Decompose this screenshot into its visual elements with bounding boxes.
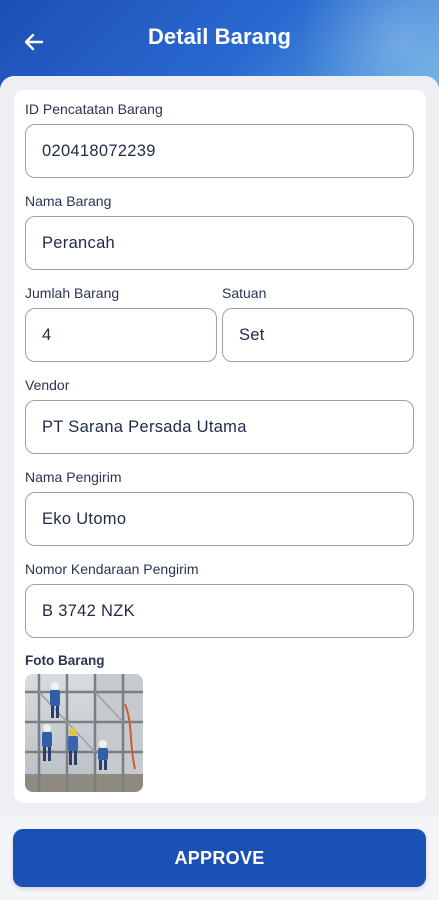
jumlah-barang-field[interactable]: 4 — [25, 308, 217, 362]
vendor-label: Vendor — [25, 377, 70, 393]
jumlah-barang-label: Jumlah Barang — [25, 285, 120, 301]
satuan-field[interactable]: Set — [222, 308, 414, 362]
scaffolding-photo — [25, 674, 143, 792]
nomor-kendaraan-field[interactable]: B 3742 NZK — [25, 584, 414, 638]
approve-button[interactable]: APPROVE — [13, 829, 426, 887]
id-pencatatan-field[interactable]: 020418072239 — [25, 124, 414, 178]
nama-pengirim-field[interactable]: Eko Utomo — [25, 492, 414, 546]
foto-barang-image[interactable] — [25, 674, 143, 792]
vendor-field[interactable]: PT Sarana Persada Utama — [25, 400, 414, 454]
id-pencatatan-label: ID Pencatatan Barang — [25, 101, 163, 117]
page-title: Detail Barang — [147, 24, 292, 49]
nama-pengirim-label: Nama Pengirim — [25, 469, 122, 485]
satuan-label: Satuan — [222, 285, 267, 301]
nama-barang-label: Nama Barang — [25, 193, 112, 209]
foto-barang-label: Foto Barang — [25, 653, 105, 668]
nama-barang-field[interactable]: Perancah — [25, 216, 414, 270]
nomor-kendaraan-label: Nomor Kendaraan Pengirim — [25, 561, 199, 577]
